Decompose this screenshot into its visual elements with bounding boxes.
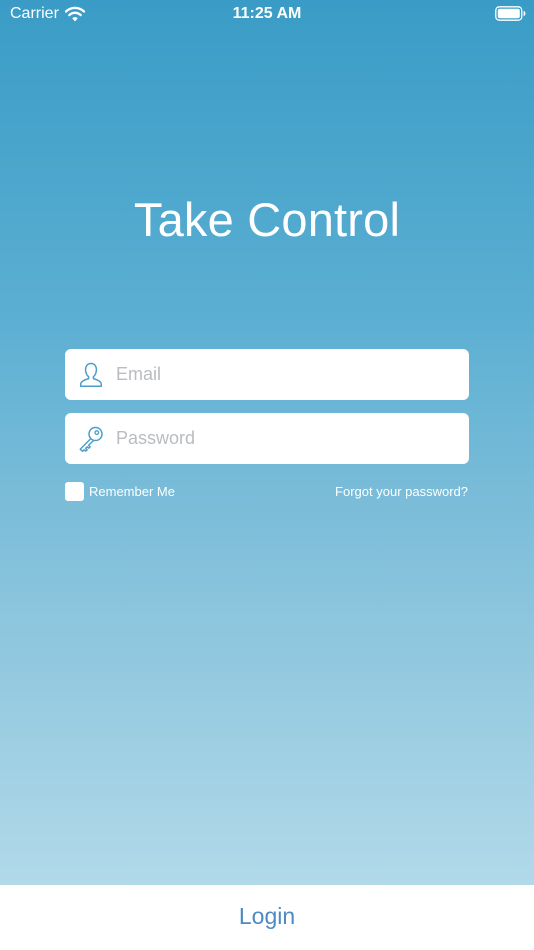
login-bar: Login	[0, 885, 534, 950]
user-icon	[79, 362, 103, 388]
login-screen: Carrier 11:25 AM Take Control Remember M…	[0, 0, 534, 950]
battery-icon	[495, 6, 526, 21]
status-time: 11:25 AM	[232, 5, 302, 22]
remember-me-toggle[interactable]: Remember Me	[65, 481, 175, 501]
password-field-container[interactable]	[65, 413, 469, 464]
page-title: Take Control	[133, 193, 401, 246]
email-field-container[interactable]	[65, 349, 469, 400]
forgot-password-link[interactable]: Forgot your password?	[335, 484, 468, 499]
email-input[interactable]	[116, 349, 456, 400]
remember-me-label: Remember Me	[89, 483, 175, 499]
login-button[interactable]: Login	[0, 885, 534, 950]
key-icon	[79, 426, 103, 453]
password-input[interactable]	[116, 413, 456, 464]
remember-me-checkbox[interactable]	[65, 481, 84, 501]
status-bar: Carrier 11:25 AM	[0, 0, 534, 30]
